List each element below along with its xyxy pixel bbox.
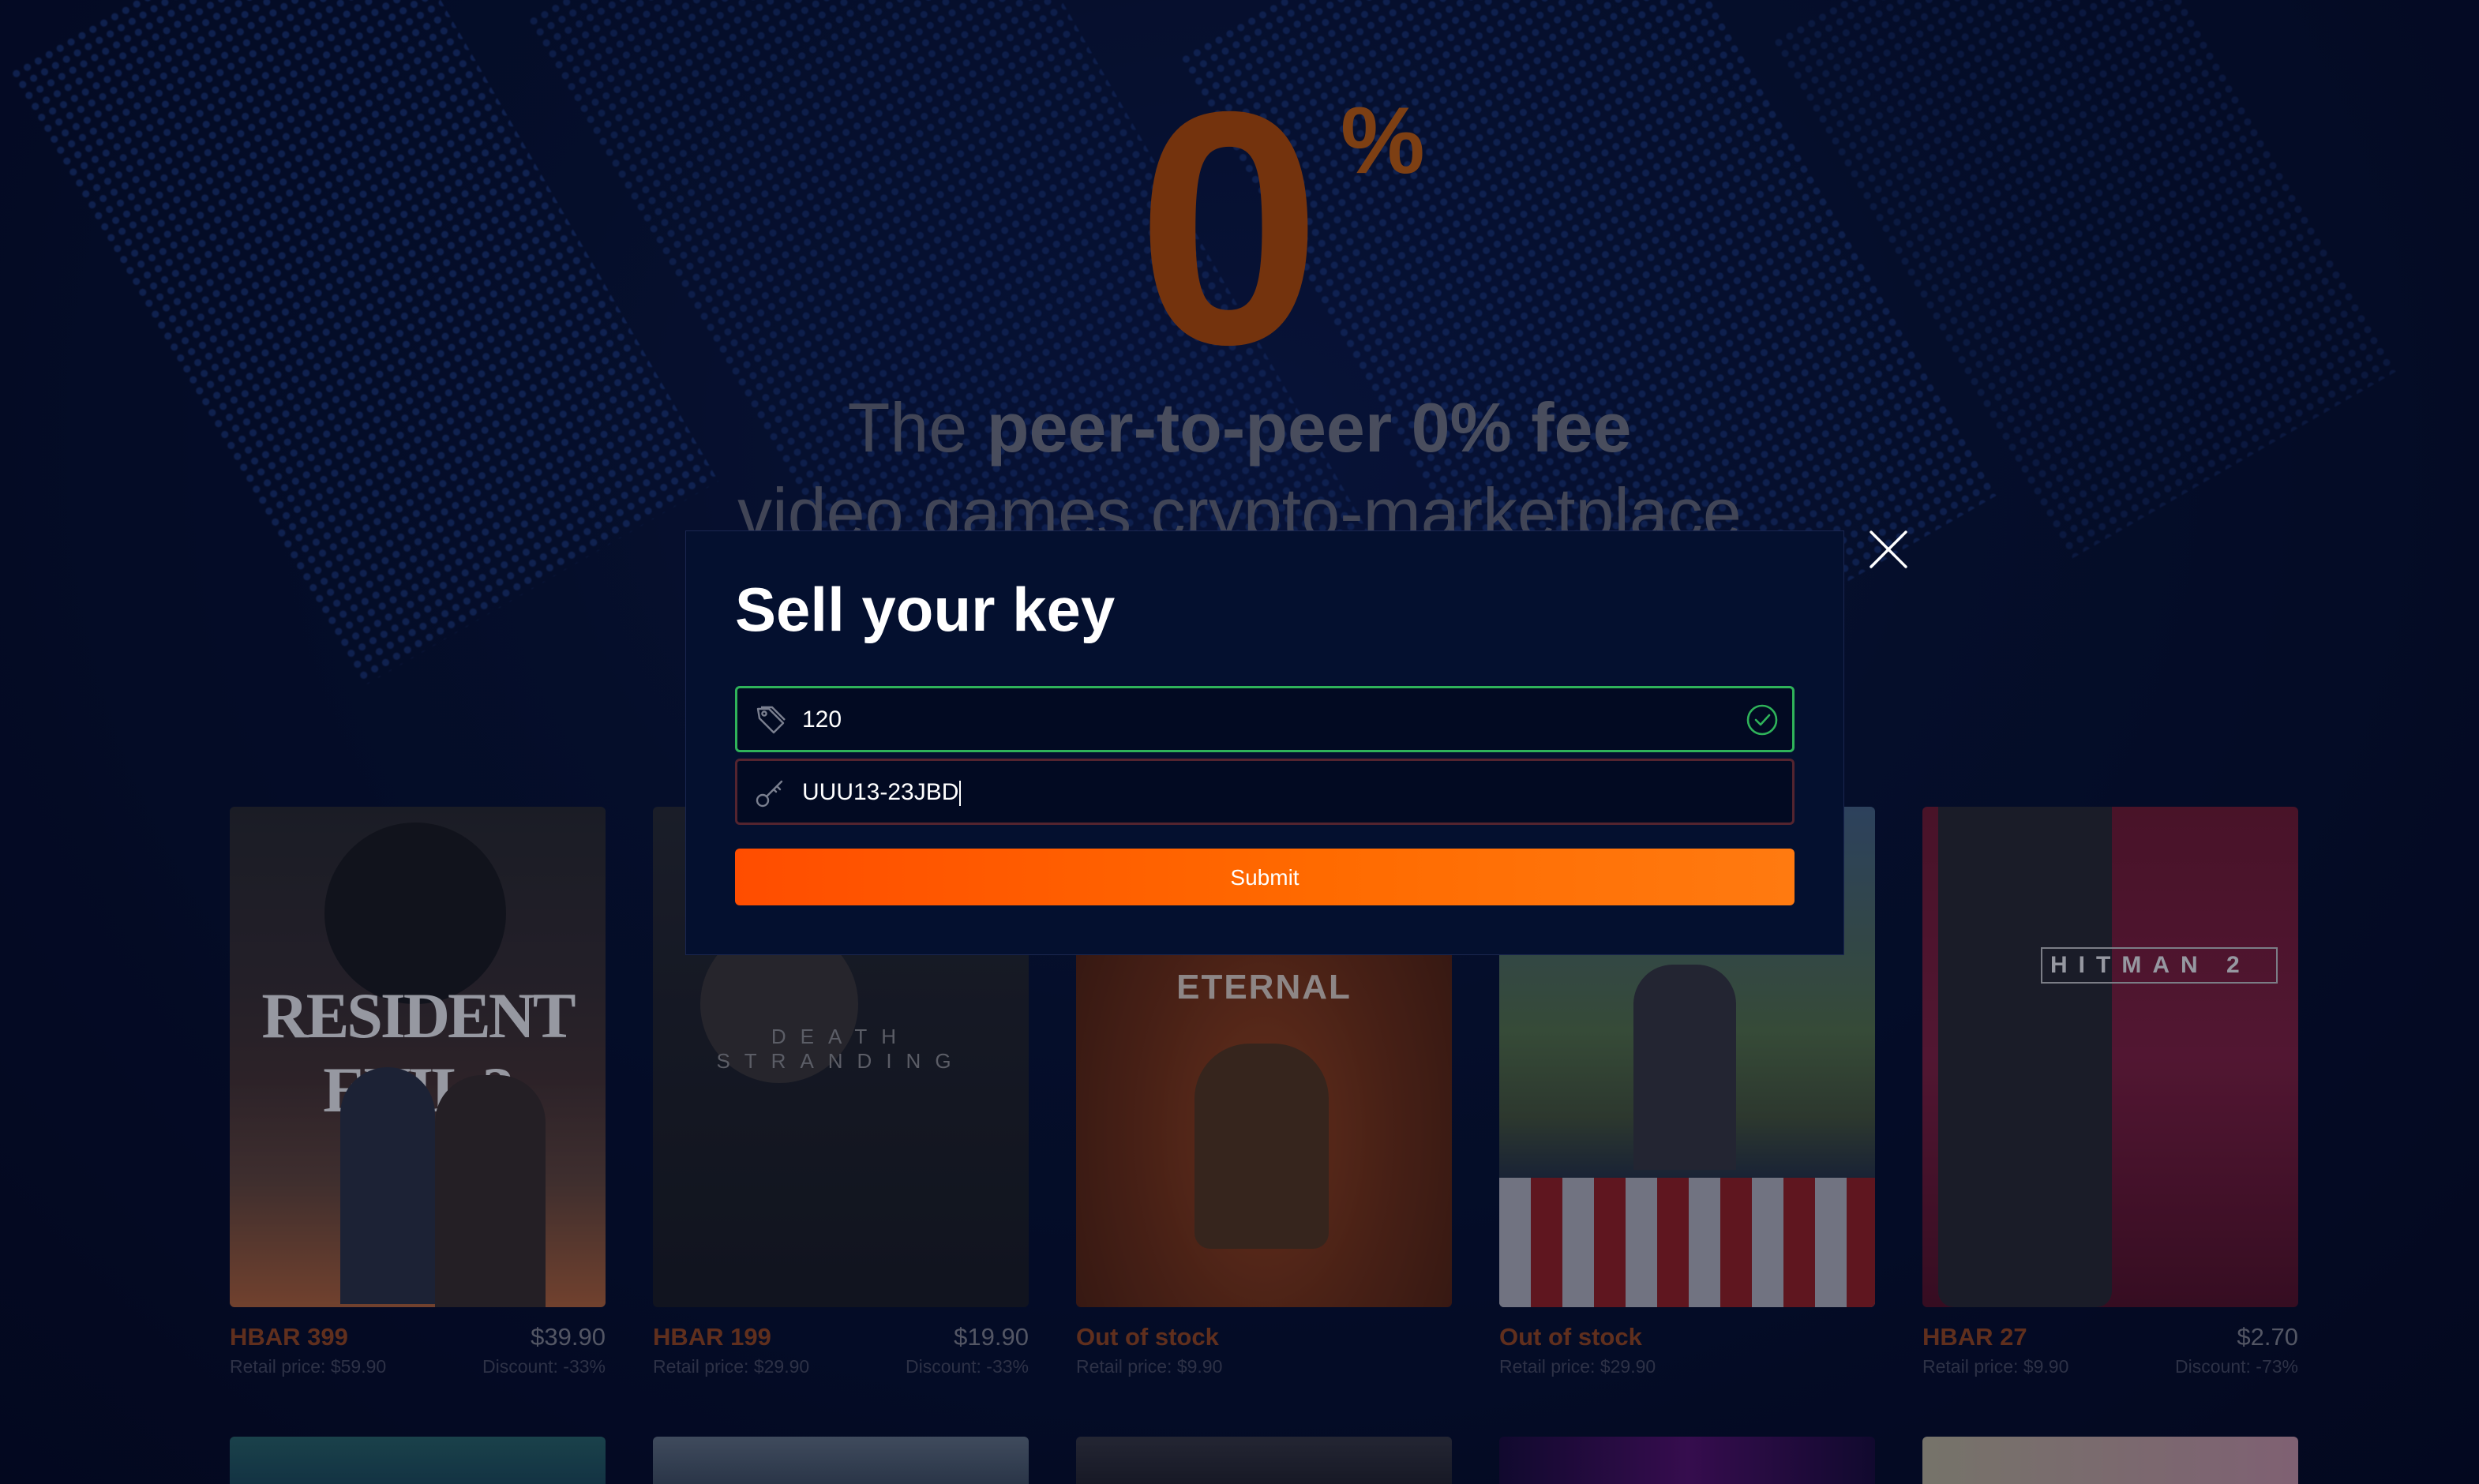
- submit-button[interactable]: Submit: [735, 849, 1795, 905]
- text-cursor: [959, 781, 962, 807]
- price-field[interactable]: [735, 686, 1795, 752]
- page: 0 % The peer-to-peer 0% fee video games …: [0, 0, 2479, 1484]
- price-tag-icon: [756, 706, 786, 734]
- check-circle-icon: [1746, 704, 1778, 736]
- modal-title: Sell your key: [735, 575, 1116, 644]
- key-field[interactable]: UUU13-23JBD: [735, 759, 1795, 825]
- sell-key-modal: Sell your key 120 UUU13-23JBD Submit: [685, 530, 1844, 955]
- price-input[interactable]: [802, 706, 1671, 734]
- key-icon: [756, 780, 783, 808]
- key-input[interactable]: UUU13-23JBD: [802, 778, 1671, 807]
- close-icon[interactable]: [1866, 527, 1911, 571]
- key-input-value: UUU13-23JBD: [802, 779, 959, 805]
